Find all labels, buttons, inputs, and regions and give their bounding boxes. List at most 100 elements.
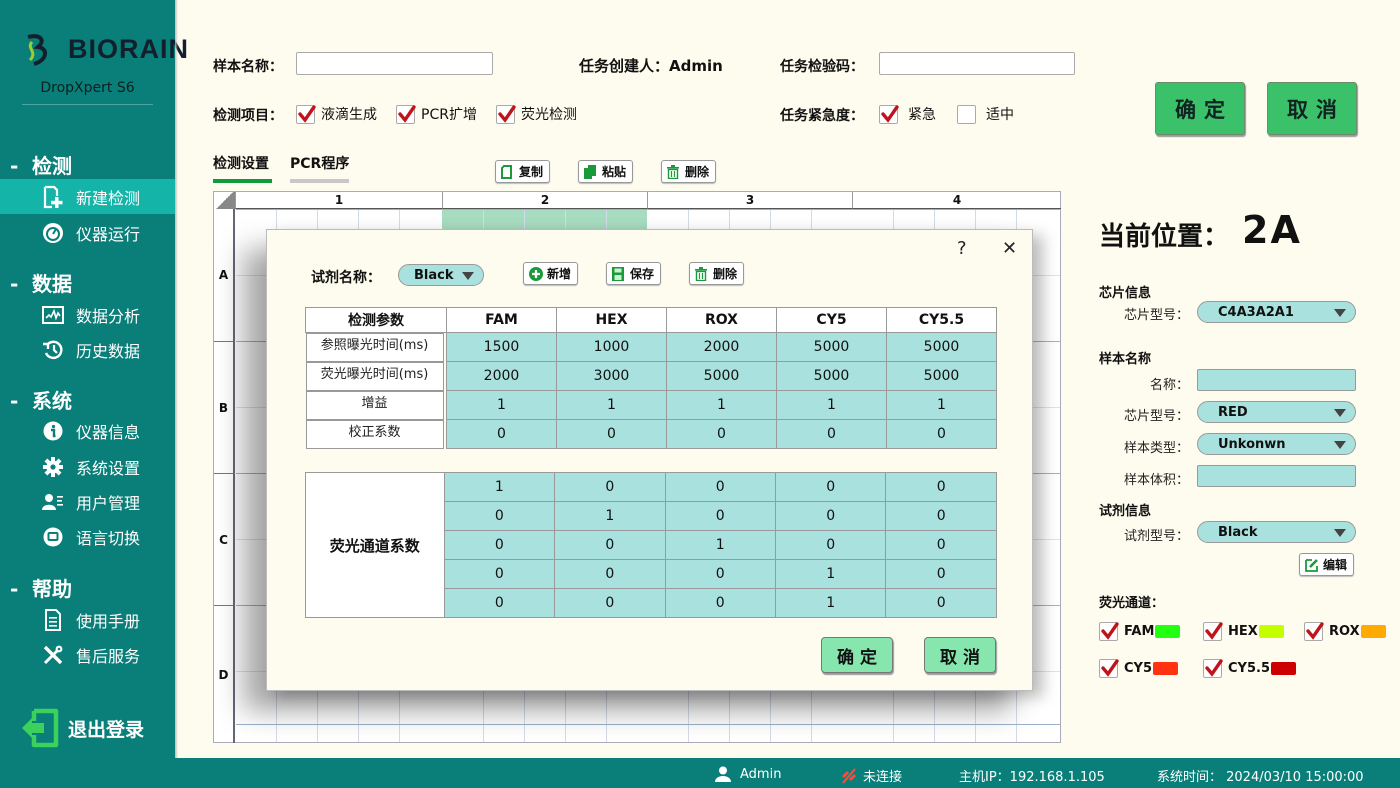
param-value-cell[interactable]: 0 (886, 419, 997, 449)
item-droplet-checkbox[interactable]: 液滴生成 (296, 104, 377, 124)
delete-button[interactable]: 删除 (661, 160, 717, 183)
coef-value-cell[interactable]: 0 (443, 530, 556, 560)
sidebar-item-data-analysis[interactable]: 数据分析 (0, 297, 175, 332)
close-icon[interactable]: ✕ (1002, 238, 1017, 259)
coef-value-cell[interactable]: 1 (554, 501, 666, 531)
param-value-cell[interactable]: 1 (556, 390, 667, 420)
param-value-cell[interactable]: 3000 (556, 361, 667, 391)
sample-info-heading: 样本名称 (1099, 352, 1152, 367)
delete-reagent-button[interactable]: 删除 (689, 262, 745, 285)
coef-value-cell[interactable]: 1 (664, 530, 777, 560)
confirm-button[interactable]: 确定 (1155, 82, 1245, 135)
param-value-cell[interactable]: 5000 (776, 361, 887, 391)
coef-value-cell[interactable]: 1 (774, 559, 887, 589)
sidebar-item-manual[interactable]: 使用手册 (0, 602, 175, 637)
dialog-cancel-button[interactable]: 取消 (924, 637, 996, 673)
param-value-cell[interactable]: 1 (446, 390, 557, 420)
coef-value-cell[interactable]: 0 (664, 559, 777, 589)
coef-value-cell[interactable]: 0 (554, 472, 666, 502)
coef-value-cell[interactable]: 0 (774, 530, 887, 560)
tab-test-settings[interactable]: 检测设置 (213, 153, 272, 183)
sidebar-item-user-management[interactable]: 用户管理 (0, 484, 175, 519)
channel-checkbox-hex[interactable]: HEX (1203, 622, 1284, 641)
sidebar-item-instrument-run[interactable]: 仪器运行 (0, 215, 175, 250)
tab-inactive-indicator (290, 179, 349, 183)
row-header-c[interactable]: C (214, 473, 235, 605)
sidebar-item-system-settings[interactable]: 系统设置 (0, 449, 175, 484)
sample-name-field[interactable] (1197, 369, 1356, 391)
coef-value-cell[interactable]: 0 (554, 530, 666, 560)
sidebar-item-instrument-info[interactable]: 仪器信息 (0, 413, 175, 448)
coef-value-cell[interactable]: 0 (774, 501, 887, 531)
coef-value-cell[interactable]: 0 (443, 501, 556, 531)
coef-value-cell[interactable]: 0 (554, 588, 666, 618)
coef-value-cell[interactable]: 1 (443, 472, 556, 502)
channel-checkbox-cy5[interactable]: CY5 (1099, 659, 1178, 678)
coef-value-cell[interactable]: 0 (885, 472, 997, 502)
channel-checkbox-fam[interactable]: FAM (1099, 622, 1181, 641)
copy-button[interactable]: 复制 (495, 160, 551, 183)
tab-pcr-program[interactable]: PCR程序 (290, 153, 349, 183)
column-header-4[interactable]: 4 (852, 192, 1061, 209)
coef-value-cell[interactable]: 0 (664, 501, 777, 531)
sidebar-item-language[interactable]: 语言切换 (0, 519, 175, 554)
add-reagent-button[interactable]: 新增 (523, 262, 579, 285)
row-header-a[interactable]: A (214, 209, 235, 341)
coef-value-cell[interactable]: 0 (554, 559, 666, 589)
logout-button[interactable]: 退出登录 (20, 708, 144, 748)
coef-value-cell[interactable]: 0 (664, 472, 777, 502)
reagent-name-select[interactable]: Black (398, 264, 484, 286)
sidebar-item-new-test[interactable]: 新建检测 (0, 179, 175, 214)
param-value-cell[interactable]: 5000 (886, 361, 997, 391)
sample-type-select[interactable]: Unkonwn (1197, 433, 1356, 455)
param-value-cell[interactable]: 0 (446, 419, 557, 449)
param-value-cell[interactable]: 1000 (556, 332, 667, 362)
column-header-2[interactable]: 2 (442, 192, 647, 209)
coef-value-cell[interactable]: 1 (774, 588, 887, 618)
paste-button[interactable]: 粘贴 (578, 160, 634, 183)
channel-checkbox-cy5-5[interactable]: CY5.5 (1203, 659, 1296, 678)
coef-value-cell[interactable]: 0 (774, 472, 887, 502)
sample-name-input[interactable] (296, 52, 493, 75)
coef-value-cell[interactable]: 0 (885, 530, 997, 560)
column-header-1[interactable]: 1 (235, 192, 442, 209)
param-value-cell[interactable]: 1 (666, 390, 777, 420)
sidebar-item-after-sales[interactable]: 售后服务 (0, 637, 175, 672)
coef-value-cell[interactable]: 0 (885, 559, 997, 589)
param-value-cell[interactable]: 0 (666, 419, 777, 449)
param-value-cell[interactable]: 5000 (666, 361, 777, 391)
sample-volume-field[interactable] (1197, 465, 1356, 487)
coef-value-cell[interactable]: 0 (443, 588, 556, 618)
coef-value-cell[interactable]: 0 (885, 588, 997, 618)
sample-chip-select[interactable]: RED (1197, 401, 1356, 423)
column-header-3[interactable]: 3 (647, 192, 852, 209)
coef-value-cell[interactable]: 0 (664, 588, 777, 618)
param-value-cell[interactable]: 1 (776, 390, 887, 420)
help-icon[interactable]: ? (957, 238, 967, 259)
channel-checkbox-rox[interactable]: ROX (1304, 622, 1386, 641)
param-value-cell[interactable]: 5000 (886, 332, 997, 362)
param-value-cell[interactable]: 1 (886, 390, 997, 420)
edit-button[interactable]: 编辑 (1299, 553, 1355, 576)
urgency-normal-checkbox[interactable]: 适中 (957, 104, 1014, 124)
row-header-b[interactable]: B (214, 341, 235, 473)
item-fluorescence-checkbox[interactable]: 荧光检测 (496, 104, 577, 124)
verify-code-input[interactable] (879, 52, 1075, 75)
row-header-d[interactable]: D (214, 605, 235, 743)
cancel-button[interactable]: 取消 (1267, 82, 1357, 135)
param-value-cell[interactable]: 0 (556, 419, 667, 449)
coef-value-cell[interactable]: 0 (885, 501, 997, 531)
save-reagent-button[interactable]: 保存 (606, 262, 662, 285)
coef-value-cell[interactable]: 0 (443, 559, 556, 589)
urgency-urgent-checkbox[interactable]: 紧急 (879, 104, 936, 124)
reagent-type-select[interactable]: Black (1197, 521, 1356, 543)
dialog-confirm-button[interactable]: 确定 (821, 637, 893, 673)
param-value-cell[interactable]: 1500 (446, 332, 557, 362)
param-value-cell[interactable]: 5000 (776, 332, 887, 362)
sidebar-item-history[interactable]: 历史数据 (0, 332, 175, 367)
param-value-cell[interactable]: 2000 (446, 361, 557, 391)
param-value-cell[interactable]: 2000 (666, 332, 777, 362)
chip-type-select[interactable]: C4A3A2A1 (1197, 301, 1356, 323)
item-pcr-checkbox[interactable]: PCR扩增 (396, 104, 477, 124)
param-value-cell[interactable]: 0 (776, 419, 887, 449)
